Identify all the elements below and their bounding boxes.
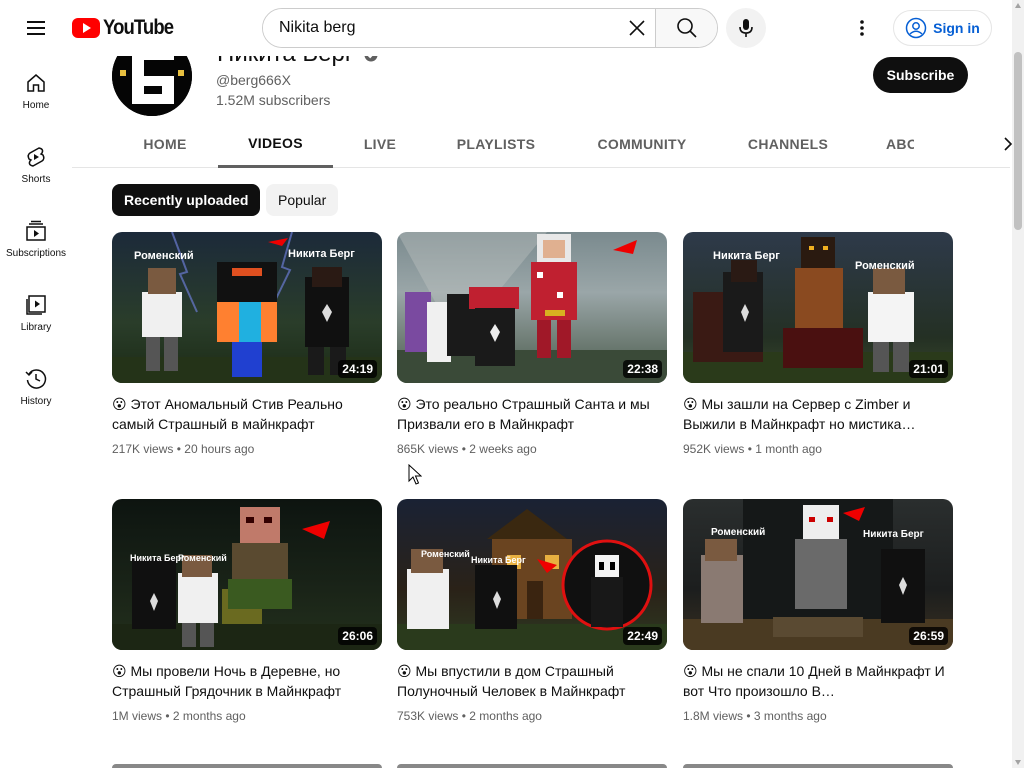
thumbnail-label: Никита Берг	[863, 529, 924, 540]
video-duration: 24:19	[338, 360, 377, 378]
rail-item-library[interactable]: Library	[4, 278, 68, 352]
youtube-logo[interactable]: YouTube	[72, 16, 183, 40]
video-meta: 1M views • 2 months ago	[112, 709, 246, 723]
tab-videos[interactable]: VIDEOS	[218, 120, 333, 168]
rail-item-home[interactable]: Home	[4, 56, 68, 130]
video-thumbnail-peek	[112, 764, 382, 768]
channel-handle: @berg666X	[216, 72, 291, 88]
video-thumbnail-peek	[397, 764, 667, 768]
video-thumbnail[interactable]: Никита Берг Роменский 26:06	[112, 499, 382, 650]
thumbnail-label: Никита Берг	[471, 555, 526, 565]
chip-popular[interactable]: Popular	[266, 184, 339, 216]
thumbnail-label: Роменский	[134, 250, 194, 262]
mouse-cursor-icon	[408, 463, 423, 491]
sign-in-button[interactable]: Sign in	[893, 10, 992, 46]
search-box	[262, 8, 718, 48]
home-icon	[27, 74, 45, 92]
shorts-icon	[27, 147, 45, 167]
rail-item-subscriptions[interactable]: Subscriptions	[4, 204, 68, 278]
subscribe-button[interactable]: Subscribe	[873, 57, 968, 93]
subscriptions-icon	[26, 220, 46, 241]
video-duration: 26:59	[909, 627, 948, 645]
video-duration: 21:01	[909, 360, 948, 378]
video-meta: 952K views • 1 month ago	[683, 442, 822, 456]
search-icon	[676, 18, 697, 38]
top-bar: YouTube Sign in	[0, 0, 1012, 56]
search-button[interactable]	[655, 9, 717, 47]
video-thumbnail[interactable]: Роменский Никита Берг 24:19	[112, 232, 382, 383]
video-thumbnail[interactable]: Роменский Никита Берг 26:59	[683, 499, 953, 650]
thumbnail-label: Роменский	[855, 260, 915, 272]
video-duration: 26:06	[338, 627, 377, 645]
video-duration: 22:38	[623, 360, 662, 378]
menu-icon[interactable]	[20, 12, 52, 44]
clear-search-icon[interactable]	[619, 9, 655, 47]
thumbnail-label: Никита Берг	[288, 248, 355, 260]
thumbnail-label: Роменский	[421, 549, 470, 559]
rail-item-history[interactable]: History	[4, 352, 68, 426]
video-title[interactable]: 😮 Мы зашли на Сервер с Zimber и Выжили в…	[683, 394, 945, 434]
channel-tabs: HOME VIDEOS LIVE PLAYLISTS COMMUNITY CHA…	[72, 120, 1013, 168]
video-title[interactable]: 😮 Это реально Страшный Санта и мы Призва…	[397, 394, 659, 434]
video-meta: 217K views • 20 hours ago	[112, 442, 255, 456]
more-vert-icon	[860, 20, 864, 36]
page-scrollbar[interactable]	[1012, 0, 1024, 768]
library-icon	[26, 295, 46, 315]
scroll-down-icon[interactable]	[1015, 760, 1021, 765]
thumbnail-label: Роменский	[178, 553, 227, 563]
chip-recently-uploaded[interactable]: Recently uploaded	[112, 184, 261, 216]
video-meta: 1.8M views • 3 months ago	[683, 709, 827, 723]
search-input[interactable]	[263, 9, 619, 47]
video-thumbnail-peek	[683, 764, 953, 768]
tab-home[interactable]: HOME	[120, 120, 210, 168]
video-thumbnail[interactable]: Роменский Никита Берг 22:49	[397, 499, 667, 650]
video-thumbnail[interactable]: 22:38	[397, 232, 667, 383]
history-icon	[25, 369, 47, 389]
video-title[interactable]: 😮 Мы впустили в дом Страшный Полуночный …	[397, 661, 659, 701]
video-title[interactable]: 😮 Мы не спали 10 Дней в Майнкрафт И вот …	[683, 661, 945, 701]
thumbnail-label: Роменский	[711, 527, 766, 538]
account-icon	[905, 17, 927, 39]
video-title[interactable]: 😮 Этот Аномальный Стив Реально самый Стр…	[112, 394, 374, 434]
video-meta: 753K views • 2 months ago	[397, 709, 542, 723]
settings-menu-button[interactable]	[846, 12, 878, 44]
tab-playlists[interactable]: PLAYLISTS	[444, 120, 548, 168]
video-thumbnail[interactable]: Никита Берг Роменский 21:01	[683, 232, 953, 383]
video-duration: 22:49	[623, 627, 662, 645]
thumbnail-label: Никита Берг	[713, 250, 780, 262]
scroll-up-icon[interactable]	[1015, 3, 1021, 8]
subscriber-count: 1.52M subscribers	[216, 92, 331, 108]
youtube-play-icon	[72, 18, 100, 38]
tab-channels[interactable]: CHANNELS	[736, 120, 840, 168]
thumbnail-label: Никита Берг	[130, 553, 185, 563]
voice-search-button[interactable]	[726, 8, 766, 48]
video-meta: 865K views • 2 weeks ago	[397, 442, 537, 456]
tab-about[interactable]: ABOUT	[886, 120, 914, 168]
tab-live[interactable]: LIVE	[342, 120, 418, 168]
left-rail: Home Shorts Subscriptions Library Histor…	[0, 56, 72, 768]
tab-community[interactable]: COMMUNITY	[584, 120, 700, 168]
scrollbar-thumb[interactable]	[1014, 52, 1022, 230]
rail-item-shorts[interactable]: Shorts	[4, 130, 68, 204]
microphone-icon	[739, 19, 753, 37]
video-title[interactable]: 😮 Мы провели Ночь в Деревне, но Страшный…	[112, 661, 374, 701]
